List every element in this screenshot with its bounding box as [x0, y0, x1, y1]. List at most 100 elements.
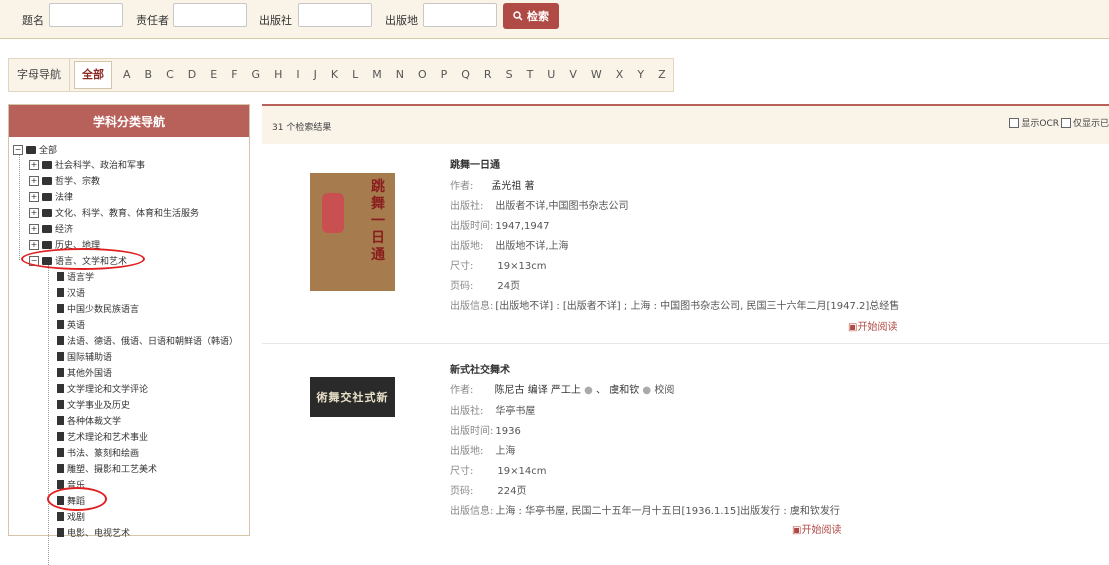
tree-leaf[interactable]: 文学事业及历史 — [57, 398, 130, 411]
book-publisher-row: 出版社: 华亭书屋 — [450, 402, 535, 417]
meta-label: 出版时间: — [450, 426, 494, 437]
document-icon — [57, 384, 64, 393]
tree-leaf[interactable]: 雕塑、摄影和工艺美术 — [57, 462, 157, 475]
tree-leaf[interactable]: 法语、德语、俄语、日语和朝鲜语（韩语） — [57, 334, 238, 347]
book-author-2[interactable]: 、 虞和钦 — [596, 385, 639, 396]
letter-b[interactable]: B — [138, 59, 160, 91]
tree-item-law[interactable]: + 法律 — [29, 190, 73, 203]
cover-title: 跳舞一日通 — [371, 179, 385, 263]
book-title[interactable]: 跳舞一日通 — [450, 156, 500, 171]
tree-leaf[interactable]: 书法、篆刻和绘画 — [57, 446, 139, 459]
tree-leaf-label: 国际辅助语 — [67, 353, 113, 363]
letter-d[interactable]: D — [181, 59, 203, 91]
document-icon — [57, 320, 64, 329]
tree-leaf[interactable]: 英语 — [57, 318, 85, 331]
expand-icon[interactable]: + — [29, 175, 39, 186]
letter-j[interactable]: J — [307, 59, 324, 91]
letter-l[interactable]: L — [345, 59, 365, 91]
alphabet-all[interactable]: 全部 — [74, 61, 112, 89]
book-publisher-row: 出版社: 出版者不详,中国图书杂志公司 — [450, 197, 629, 212]
letter-s[interactable]: S — [499, 59, 520, 91]
letter-y[interactable]: Y — [630, 59, 651, 91]
letter-i[interactable]: I — [289, 59, 306, 91]
letter-c[interactable]: C — [159, 59, 181, 91]
tree-leaf[interactable]: 其他外国语 — [57, 366, 112, 379]
publisher-input[interactable] — [298, 3, 372, 27]
cover-title: 術舞交社式新 — [316, 391, 389, 404]
letter-n[interactable]: N — [389, 59, 411, 91]
tree-leaf-label: 雕塑、摄影和工艺美术 — [67, 465, 158, 475]
results-count: 31 个检索结果 — [272, 123, 332, 133]
letter-x[interactable]: X — [609, 59, 631, 91]
book-cover[interactable]: 跳舞一日通 — [310, 173, 395, 291]
tree-item-philosophy[interactable]: + 哲学、宗教 — [29, 174, 100, 187]
tree-root[interactable]: − 全部 — [13, 143, 57, 156]
letter-g[interactable]: G — [245, 59, 268, 91]
tree-leaf[interactable]: 语言学 — [57, 270, 94, 283]
letter-k[interactable]: K — [324, 59, 345, 91]
book-cover[interactable]: 術舞交社式新 — [310, 377, 395, 417]
tree-item-culture[interactable]: + 文化、科学、教育、体育和生活服务 — [29, 206, 199, 219]
book-place: 出版地不详,上海 — [495, 241, 569, 252]
letter-q[interactable]: Q — [454, 59, 477, 91]
meta-label: 出版社: — [450, 406, 484, 417]
book-title[interactable]: 新式社交舞术 — [450, 361, 510, 376]
folder-icon — [42, 240, 52, 249]
tree-leaf[interactable]: 艺术理论和艺术事业 — [57, 430, 148, 443]
book-size-row: 尺寸: 19×13cm — [450, 257, 546, 272]
search-bar: 题名 责任者 出版社 出版地 检索 — [0, 0, 1109, 39]
book-size: 19×13cm — [497, 261, 547, 272]
tree-leaf-label: 文学事业及历史 — [67, 401, 131, 411]
meta-label: 出版时间: — [450, 221, 494, 232]
alphabet-nav: 字母导航 全部 A B C D E F G H I J K L M N O P … — [8, 58, 674, 92]
expand-icon[interactable]: + — [29, 191, 39, 202]
tree-leaf[interactable]: 文学理论和文学评论 — [57, 382, 148, 395]
author-input[interactable] — [173, 3, 247, 27]
letter-a[interactable]: A — [116, 59, 138, 91]
tree-leaf-label: 英语 — [67, 321, 86, 331]
letter-z[interactable]: Z — [651, 59, 673, 91]
letter-w[interactable]: W — [584, 59, 609, 91]
expand-icon[interactable]: + — [29, 159, 39, 170]
letter-h[interactable]: H — [267, 59, 289, 91]
expand-icon[interactable]: + — [29, 239, 39, 250]
letter-e[interactable]: E — [203, 59, 224, 91]
start-reading-link[interactable]: ▣开始阅读 — [792, 521, 841, 536]
book-place: 上海 — [495, 446, 516, 457]
letter-f[interactable]: F — [224, 59, 244, 91]
tree-item-social-science[interactable]: + 社会科学、政治和军事 — [29, 158, 145, 171]
expand-icon[interactable]: + — [29, 223, 39, 234]
tree-leaf[interactable]: 国际辅助语 — [57, 350, 112, 363]
ocr-toggle[interactable]: 显示OCR 仅显示已 — [1009, 116, 1109, 129]
tree-item-economy[interactable]: + 经济 — [29, 222, 73, 235]
letter-o[interactable]: O — [411, 59, 434, 91]
letter-r[interactable]: R — [477, 59, 499, 91]
book-author[interactable]: 孟光祖 著 — [491, 181, 534, 192]
tree-leaf[interactable]: 戏剧 — [57, 510, 85, 523]
letter-v[interactable]: V — [562, 59, 584, 91]
document-icon — [57, 512, 64, 521]
place-input[interactable] — [423, 3, 497, 27]
publisher-field-label: 出版社 — [259, 14, 292, 27]
book-author[interactable]: 陈尼古 编译 严工上 — [495, 385, 581, 396]
checkbox[interactable] — [1009, 117, 1020, 128]
expand-icon[interactable]: + — [29, 207, 39, 218]
folder-icon — [42, 176, 52, 185]
collapse-icon[interactable]: − — [13, 144, 23, 155]
letter-m[interactable]: M — [365, 59, 389, 91]
sidebar-title: 学科分类导航 — [9, 105, 249, 137]
letter-t[interactable]: T — [520, 59, 541, 91]
results-header: 31 个检索结果 显示OCR 仅显示已 — [262, 104, 1109, 144]
tree-leaf[interactable]: 汉语 — [57, 286, 85, 299]
checkbox[interactable] — [1060, 117, 1071, 128]
letter-p[interactable]: P — [434, 59, 455, 91]
book-place-row: 出版地: 出版地不详,上海 — [450, 237, 569, 252]
tree-leaf[interactable]: 电影、电视艺术 — [57, 526, 130, 539]
tree-leaf[interactable]: 各种体裁文学 — [57, 414, 121, 427]
title-input[interactable] — [49, 3, 123, 27]
search-button[interactable]: 检索 — [503, 3, 559, 29]
tree-leaf[interactable]: 中国少数民族语言 — [57, 302, 139, 315]
start-reading-link[interactable]: ▣开始阅读 — [848, 318, 897, 333]
letter-u[interactable]: U — [540, 59, 562, 91]
book-pages: 224页 — [497, 486, 527, 497]
